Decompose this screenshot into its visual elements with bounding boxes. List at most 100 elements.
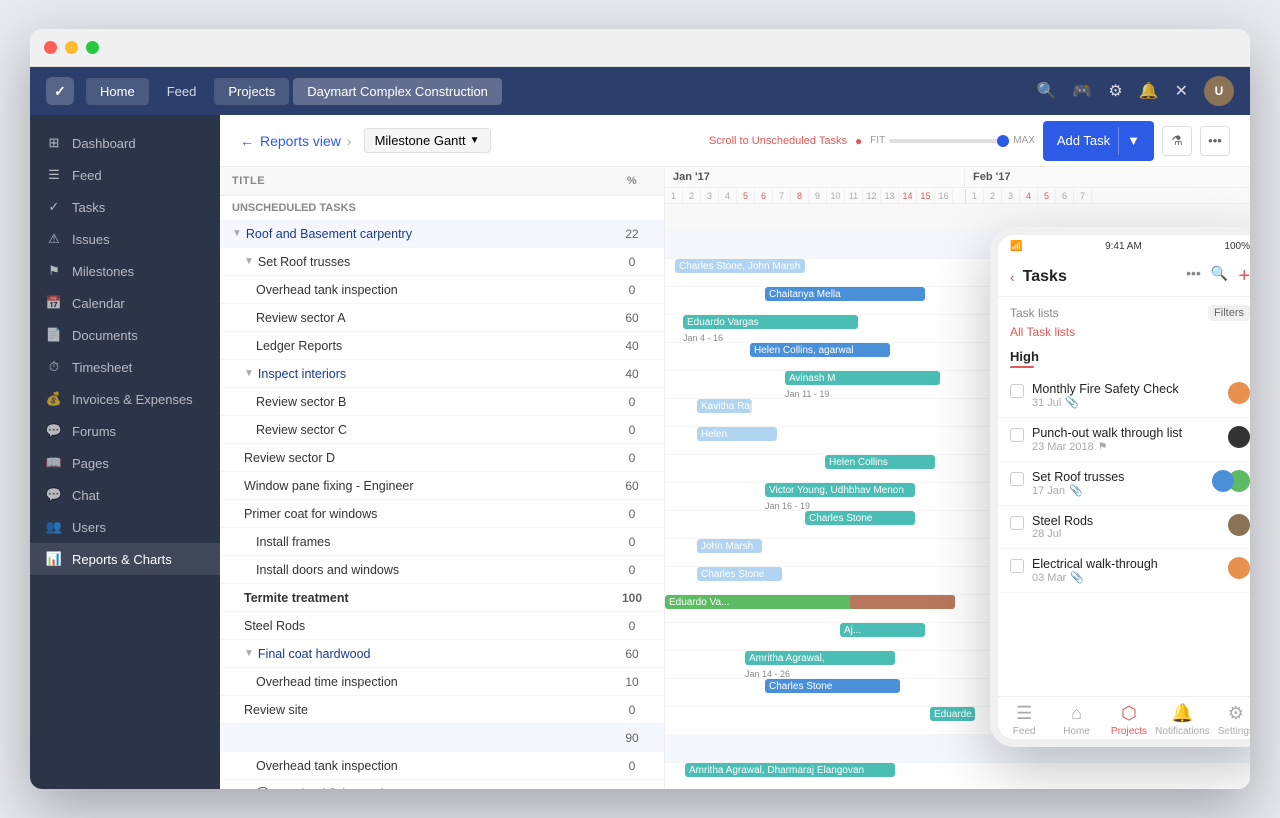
high-label: High (1010, 349, 1039, 364)
task-name: Roof and Basement carpentry (246, 227, 612, 241)
sidebar-item-reports[interactable]: 📊 Reports & Charts (30, 543, 220, 575)
task-checkbox[interactable] (1010, 428, 1024, 442)
table-row: Review sector D 0 (220, 444, 664, 472)
bell-icon[interactable]: 🔔 (1139, 81, 1159, 101)
nav-home[interactable]: Home (86, 78, 149, 105)
add-task-label: Add Task (1057, 133, 1110, 148)
more-options-button[interactable]: ••• (1200, 126, 1230, 156)
mobile-nav-notifications[interactable]: 🔔 Notifications (1155, 703, 1209, 737)
day-cell: 4 (719, 189, 737, 203)
sidebar-item-documents[interactable]: 📄 Documents (30, 319, 220, 351)
task-checkbox[interactable] (1010, 472, 1024, 486)
mobile-search-icon[interactable]: 🔍 (1211, 265, 1228, 288)
mobile-nav-home[interactable]: ⌂ Home (1050, 703, 1102, 737)
task-checkbox[interactable] (1010, 384, 1024, 398)
task-name: Ledger Reports (256, 339, 612, 353)
collapse-icon[interactable]: ▼ (244, 368, 254, 379)
close-icon[interactable]: ✕ (1175, 81, 1188, 101)
nav-feed[interactable]: Feed (153, 78, 211, 105)
sidebar-item-milestones[interactable]: ⚑ Milestones (30, 255, 220, 287)
task-name: Review sector B (256, 395, 612, 409)
filter-icon: ⚗ (1171, 133, 1183, 149)
mobile-nav-projects[interactable]: ⬡ Projects (1103, 703, 1155, 737)
mobile-back-button[interactable]: ‹ (1010, 269, 1015, 285)
mobile-task-name: Monthly Fire Safety Check (1032, 382, 1220, 396)
sidebar-item-dashboard[interactable]: ⊞ Dashboard (30, 127, 220, 159)
mobile-nav-settings[interactable]: ⚙ Settings (1210, 703, 1250, 737)
sidebar-label-dashboard: Dashboard (72, 136, 136, 151)
home-nav-icon: ⌂ (1071, 703, 1082, 724)
task-checkbox[interactable] (1010, 559, 1024, 573)
collapse-icon[interactable]: ▼ (244, 256, 254, 267)
gantt-bar: Aj... (840, 623, 925, 637)
collapse-icon[interactable]: ▼ (232, 228, 242, 239)
users-icon: 👥 (46, 519, 62, 535)
task-pct: 0 (612, 283, 652, 297)
search-icon[interactable]: 🔍 (1036, 81, 1056, 101)
notifications-nav-label: Notifications (1155, 726, 1209, 737)
sidebar-label-issues: Issues (72, 232, 110, 247)
sidebar-item-timesheet[interactable]: ⏱ Timesheet (30, 351, 220, 383)
close-dot[interactable] (44, 41, 57, 54)
day-cell: 5 (737, 189, 755, 203)
day-cell: 6 (755, 189, 773, 203)
gantt-bar: Charles Stone (765, 679, 900, 693)
projects-nav-label: Projects (1111, 726, 1147, 737)
settings-icon[interactable]: ⚙ (1108, 81, 1122, 101)
gantt-bar: Helen (697, 427, 777, 441)
sidebar-item-pages[interactable]: 📖 Pages (30, 447, 220, 479)
mobile-task-name: Electrical walk-through (1032, 557, 1220, 571)
attachment-icon: 📎 (1069, 484, 1083, 497)
invoices-icon: 💰 (46, 391, 62, 407)
milestone-selector[interactable]: Milestone Gantt ▼ (364, 128, 491, 153)
mobile-bottom-nav: ☰ Feed ⌂ Home ⬡ Projects 🔔 (998, 696, 1250, 739)
slider-track[interactable] (889, 139, 1009, 143)
sidebar-item-calendar[interactable]: 📅 Calendar (30, 287, 220, 319)
nav-projects[interactable]: Projects (214, 78, 289, 105)
filters-button[interactable]: Filters (1208, 305, 1250, 321)
slider-thumb[interactable] (997, 135, 1009, 147)
gantt-bar: Chaitanya Mella (765, 287, 925, 301)
filter-button[interactable]: ⚗ (1162, 126, 1192, 156)
table-row: 90 (220, 724, 664, 752)
task-checkbox[interactable] (1010, 516, 1024, 530)
sidebar-item-invoices[interactable]: 💰 Invoices & Expenses (30, 383, 220, 415)
section-underline (1010, 366, 1034, 368)
day-cell: 15 (917, 189, 935, 203)
sidebar-label-calendar: Calendar (72, 296, 125, 311)
mobile-more-icon[interactable]: ••• (1186, 265, 1201, 288)
maximize-dot[interactable] (86, 41, 99, 54)
mobile-nav-feed[interactable]: ☰ Feed (998, 703, 1050, 737)
sidebar-item-issues[interactable]: ⚠ Issues (30, 223, 220, 255)
task-pct: 10 (612, 675, 652, 689)
sidebar-item-users[interactable]: 👥 Users (30, 511, 220, 543)
notifications-nav-icon: 🔔 (1171, 703, 1193, 724)
table-row: 💬 Steel rod fitting and structure 0 (220, 780, 664, 789)
nav-current-project[interactable]: Daymart Complex Construction (293, 78, 502, 105)
breadcrumb-reports[interactable]: Reports view (260, 133, 341, 149)
task-name: Overhead tank inspection (256, 759, 612, 773)
flag-icon: ⚑ (1098, 440, 1108, 453)
sidebar-item-forums[interactable]: 💬 Forums (30, 415, 220, 447)
add-task-button[interactable]: Add Task ▼ (1043, 121, 1154, 161)
all-task-lists-link[interactable]: All Task lists (1010, 325, 1075, 339)
sidebar-item-feed[interactable]: ☰ Feed (30, 159, 220, 191)
mobile-task-item: Punch-out walk through list 23 Mar 2018 … (998, 418, 1250, 462)
task-pct: 40 (612, 339, 652, 353)
gamepad-icon[interactable]: 🎮 (1072, 81, 1092, 101)
ellipsis-icon: ••• (1208, 133, 1222, 148)
sidebar-item-chat[interactable]: 💬 Chat (30, 479, 220, 511)
mobile-add-icon[interactable]: + (1238, 265, 1250, 288)
task-list-header: TITLE % (220, 167, 664, 196)
collapse-icon[interactable]: ▼ (244, 648, 254, 659)
scroll-to-unscheduled[interactable]: Scroll to Unscheduled Tasks (709, 135, 847, 147)
minimize-dot[interactable] (65, 41, 78, 54)
user-avatar[interactable]: U (1204, 76, 1234, 106)
subheader-right: Scroll to Unscheduled Tasks ● FIT MAX Ad… (709, 121, 1230, 161)
day-cell: 6 (1056, 189, 1074, 203)
sidebar-item-tasks[interactable]: ✓ Tasks (30, 191, 220, 223)
mobile-task-item: Steel Rods 28 Jul (998, 506, 1250, 549)
day-cell: 2 (683, 189, 701, 203)
back-button[interactable]: ← (240, 133, 254, 149)
table-row: Ledger Reports 40 (220, 332, 664, 360)
